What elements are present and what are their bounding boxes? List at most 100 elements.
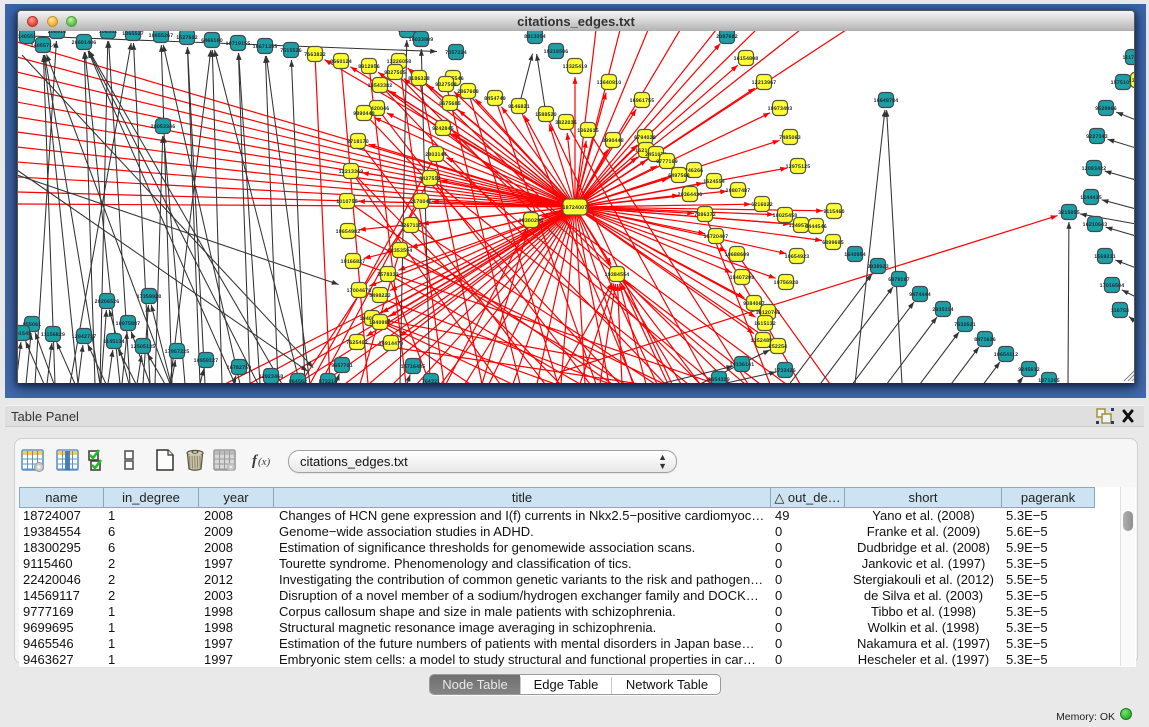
svg-text:8444546: 8444546 (805, 224, 827, 230)
svg-text:8813054: 8813054 (524, 34, 546, 40)
svg-text:9657791: 9657791 (331, 363, 353, 369)
svg-text:9474444: 9474444 (909, 292, 931, 298)
svg-text:12353594: 12353594 (388, 248, 413, 254)
svg-text:2803144: 2803144 (425, 152, 447, 158)
svg-text:9890448: 9890448 (353, 111, 375, 117)
svg-text:16914479: 16914479 (379, 341, 404, 347)
svg-text:10958127: 10958127 (194, 358, 219, 364)
svg-text:1527602: 1527602 (176, 35, 198, 41)
svg-text:9242845: 9242845 (432, 126, 454, 132)
svg-text:16120746: 16120746 (756, 310, 781, 316)
svg-text:12505135: 12505135 (131, 344, 156, 350)
svg-text:9146821: 9146821 (508, 104, 530, 110)
svg-text:1145134: 1145134 (103, 339, 124, 345)
svg-text:1940995: 1940995 (369, 320, 391, 326)
svg-text:7632621: 7632621 (954, 322, 976, 328)
svg-text:9327508: 9327508 (435, 82, 457, 88)
svg-text:9777169: 9777169 (656, 159, 678, 165)
svg-text:1615132: 1615132 (754, 321, 776, 327)
svg-text:5498222: 5498222 (369, 293, 391, 299)
svg-text:18724007: 18724007 (563, 205, 588, 211)
svg-text:18300295: 18300295 (519, 218, 544, 224)
svg-text:2170046: 2170046 (410, 199, 432, 205)
svg-text:3267110: 3267110 (400, 223, 421, 229)
svg-text:8675685: 8675685 (439, 101, 461, 107)
svg-text:8454749: 8454749 (484, 96, 506, 102)
svg-text:3578332: 3578332 (377, 272, 399, 278)
svg-text:8990448: 8990448 (602, 138, 624, 144)
svg-text:10719155: 10719155 (226, 41, 251, 47)
svg-text:12213967: 12213967 (752, 80, 777, 86)
svg-text:1871265: 1871265 (1038, 378, 1060, 383)
svg-text:9115460: 9115460 (823, 209, 844, 215)
svg-text:160338: 160338 (398, 31, 417, 33)
svg-text:1117530: 1117530 (1122, 55, 1134, 61)
svg-text:13226058: 13226058 (387, 59, 412, 65)
svg-text:9245612: 9245612 (1018, 367, 1040, 373)
svg-text:8938923: 8938923 (867, 264, 889, 270)
svg-text:16648784: 16648784 (874, 98, 899, 104)
svg-text:1654329: 1654329 (708, 377, 730, 383)
svg-text:19218506: 19218506 (544, 49, 569, 55)
svg-text:2087682: 2087682 (716, 34, 738, 40)
svg-text:16210643: 16210643 (1083, 222, 1108, 228)
svg-text:17957225: 17957225 (165, 349, 190, 355)
svg-text:7625402: 7625402 (346, 340, 368, 346)
svg-text:19384554: 19384554 (605, 272, 630, 278)
svg-text:1569231: 1569231 (1094, 254, 1116, 260)
svg-text:12923468: 12923468 (259, 374, 284, 380)
svg-text:133254: 133254 (1129, 78, 1134, 84)
svg-text:2867608: 2867608 (457, 89, 479, 95)
svg-text:140551: 140551 (18, 34, 36, 40)
svg-text:3215955: 3215955 (1058, 210, 1080, 216)
svg-text:12942737: 12942737 (72, 334, 97, 340)
svg-text:106552: 106552 (99, 31, 118, 34)
svg-text:19654982: 19654982 (336, 229, 361, 235)
svg-text:13640910: 13640910 (597, 80, 622, 86)
svg-text:6497568: 6497568 (668, 173, 690, 179)
svg-text:206914: 206914 (48, 31, 67, 34)
svg-text:14136141: 14136141 (730, 362, 755, 368)
svg-text:7663822: 7663822 (304, 52, 326, 58)
svg-text:9529966: 9529966 (1095, 106, 1117, 112)
svg-text:1362615: 1362615 (577, 128, 599, 134)
svg-text:16671355: 16671355 (253, 44, 278, 50)
svg-text:2718170: 2718170 (347, 139, 369, 145)
svg-text:16033809: 16033809 (409, 37, 434, 43)
svg-text:1640954: 1640954 (844, 252, 866, 257)
svg-text:11156829: 11156829 (41, 332, 65, 338)
svg-text:2935114: 2935114 (932, 307, 953, 313)
svg-text:964562: 964562 (289, 379, 308, 383)
svg-text:10025458: 10025458 (773, 213, 798, 219)
svg-text:252254: 252254 (769, 344, 788, 350)
svg-text:12975125: 12975125 (786, 164, 811, 170)
svg-text:10688609: 10688609 (725, 252, 750, 257)
svg-text:7386372: 7386372 (694, 212, 716, 218)
svg-text:6466160: 6466160 (201, 38, 223, 44)
svg-text:764321: 764321 (422, 379, 441, 383)
svg-text:20691406: 20691406 (72, 40, 97, 46)
svg-text:1010755: 1010755 (336, 199, 358, 205)
svg-text:6794028: 6794028 (634, 135, 656, 141)
svg-text:16782759: 16782759 (227, 365, 252, 371)
svg-text:12213369: 12213369 (339, 169, 364, 175)
svg-text:1588520: 1588520 (535, 112, 557, 118)
svg-text:116753: 116753 (1111, 308, 1129, 314)
svg-text:7515526: 7515526 (280, 48, 302, 54)
svg-text:7357224: 7357224 (445, 50, 467, 56)
svg-text:15720407: 15720407 (704, 234, 729, 240)
svg-text:20206526: 20206526 (95, 299, 120, 305)
svg-text:10975887: 10975887 (116, 321, 141, 327)
svg-text:10543382: 10543382 (368, 83, 393, 89)
svg-text:10654923: 10654923 (785, 254, 810, 260)
svg-text:8471626: 8471626 (974, 337, 996, 343)
svg-text:16961755: 16961755 (630, 98, 655, 104)
svg-text:10807487: 10807487 (726, 188, 751, 194)
svg-text:20053346: 20053346 (151, 124, 176, 130)
svg-text:1733426: 1733426 (774, 368, 796, 374)
svg-text:20364436: 20364436 (678, 192, 703, 198)
svg-text:17359928: 17359928 (137, 294, 162, 300)
svg-text:1244415: 1244415 (1080, 195, 1102, 201)
svg-text:9327505: 9327505 (384, 70, 406, 76)
svg-text:19166827: 19166827 (341, 259, 366, 265)
